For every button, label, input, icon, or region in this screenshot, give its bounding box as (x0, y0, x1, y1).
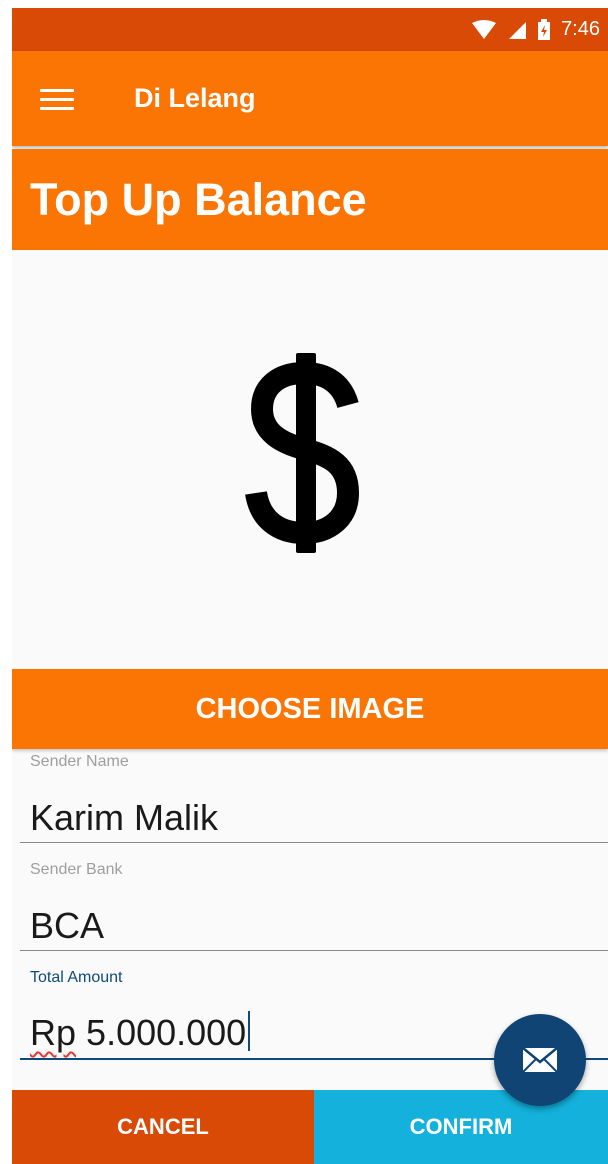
image-preview (12, 250, 608, 669)
sender-name-underline (20, 842, 608, 843)
battery-charging-icon (538, 18, 551, 40)
sender-name-label: Sender Name (30, 753, 129, 770)
total-amount-value: 5.000.000 (86, 1012, 247, 1053)
sender-bank-field[interactable]: Sender Bank BCA (12, 857, 608, 961)
app-title: Di Lelang (134, 83, 256, 113)
status-bar: 7:46 (12, 8, 608, 51)
status-time: 7:46 (561, 18, 600, 40)
dollar-icon (245, 353, 360, 553)
signal-icon (509, 21, 527, 39)
sender-name-input[interactable]: Karim Malik (30, 797, 218, 839)
total-amount-label: Total Amount (30, 969, 123, 986)
confirm-button[interactable]: CONFIRM (314, 1090, 608, 1164)
sender-name-field[interactable]: Sender Name Karim Malik (12, 749, 608, 853)
page-title: Top Up Balance (30, 174, 367, 225)
sender-bank-underline (20, 950, 608, 951)
cancel-button[interactable]: CANCEL (12, 1090, 314, 1164)
choose-image-button[interactable]: CHOOSE IMAGE (12, 669, 608, 749)
page-header: Top Up Balance (12, 149, 608, 250)
currency-prefix: Rp (30, 1012, 77, 1053)
mail-fab-button[interactable] (494, 1014, 586, 1106)
phone-screen: 7:46 Di Lelang Top Up Balance CHOOSE IMA… (12, 8, 608, 1164)
wifi-icon (472, 19, 497, 39)
mail-icon (522, 1047, 558, 1073)
text-cursor (248, 1011, 251, 1051)
sender-bank-label: Sender Bank (30, 861, 123, 878)
hamburger-menu-icon[interactable] (40, 89, 74, 111)
app-bar: Di Lelang (12, 51, 608, 146)
sender-bank-input[interactable]: BCA (30, 905, 104, 947)
total-amount-input[interactable]: Rp 5.000.000 (30, 1011, 251, 1054)
